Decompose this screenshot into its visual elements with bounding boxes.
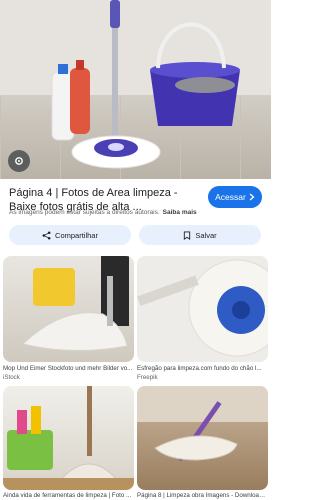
mop-floor-thumbnail xyxy=(137,386,268,462)
related-title-4: Página 8 | Limpeza obra Imagens - Downlo… xyxy=(137,492,268,499)
mop-bucket-illustration xyxy=(51,0,240,169)
lens-icon xyxy=(15,157,23,165)
related-card-4[interactable]: Página 8 | Limpeza obra Imagens - Downlo… xyxy=(137,386,268,500)
related-card-3[interactable]: Ainda vida de ferramentas de limpeza | F… xyxy=(3,386,134,500)
lens-button[interactable] xyxy=(8,150,30,172)
related-source-2: Freepik xyxy=(137,374,158,381)
visit-button[interactable]: Acessar xyxy=(208,186,262,208)
related-title-3: Ainda vida de ferramentas de limpeza | F… xyxy=(3,492,132,499)
related-title-1: Mop Und Eimer Stockfoto und mehr Bilder … xyxy=(3,365,133,372)
related-thumb-2[interactable] xyxy=(137,256,268,362)
related-card-2[interactable]: Esfregão para limpeza.com fundo do chão … xyxy=(137,256,268,384)
visit-button-label: Acessar xyxy=(215,192,246,202)
save-label: Salvar xyxy=(195,230,217,240)
save-button[interactable]: Salvar xyxy=(139,225,261,245)
related-thumb-3[interactable] xyxy=(3,386,134,490)
related-title-2: Esfregão para limpeza.com fundo do chão … xyxy=(137,365,262,372)
chevron-right-icon xyxy=(249,193,255,201)
share-button[interactable]: Compartilhar xyxy=(9,225,131,245)
related-thumb-1[interactable] xyxy=(3,256,134,362)
related-source-1: iStock xyxy=(3,374,20,381)
bookmark-icon xyxy=(184,230,191,240)
related-card-1[interactable]: Mop Und Eimer Stockfoto und mehr Bilder … xyxy=(3,256,134,384)
main-image[interactable] xyxy=(0,0,271,179)
share-label: Compartilhar xyxy=(55,230,98,240)
mop-thumbnail xyxy=(21,256,129,352)
learn-more-link[interactable]: Saiba mais xyxy=(163,209,197,216)
related-thumb-4[interactable] xyxy=(137,386,268,490)
mop-head-thumbnail xyxy=(137,259,268,357)
cleaning-tools-thumbnail xyxy=(3,386,134,490)
copyright-text: As imagens podem estar sujeitas a direit… xyxy=(9,209,160,216)
share-icon xyxy=(42,231,51,239)
copyright-notice: As imagens podem estar sujeitas a direit… xyxy=(9,209,209,216)
